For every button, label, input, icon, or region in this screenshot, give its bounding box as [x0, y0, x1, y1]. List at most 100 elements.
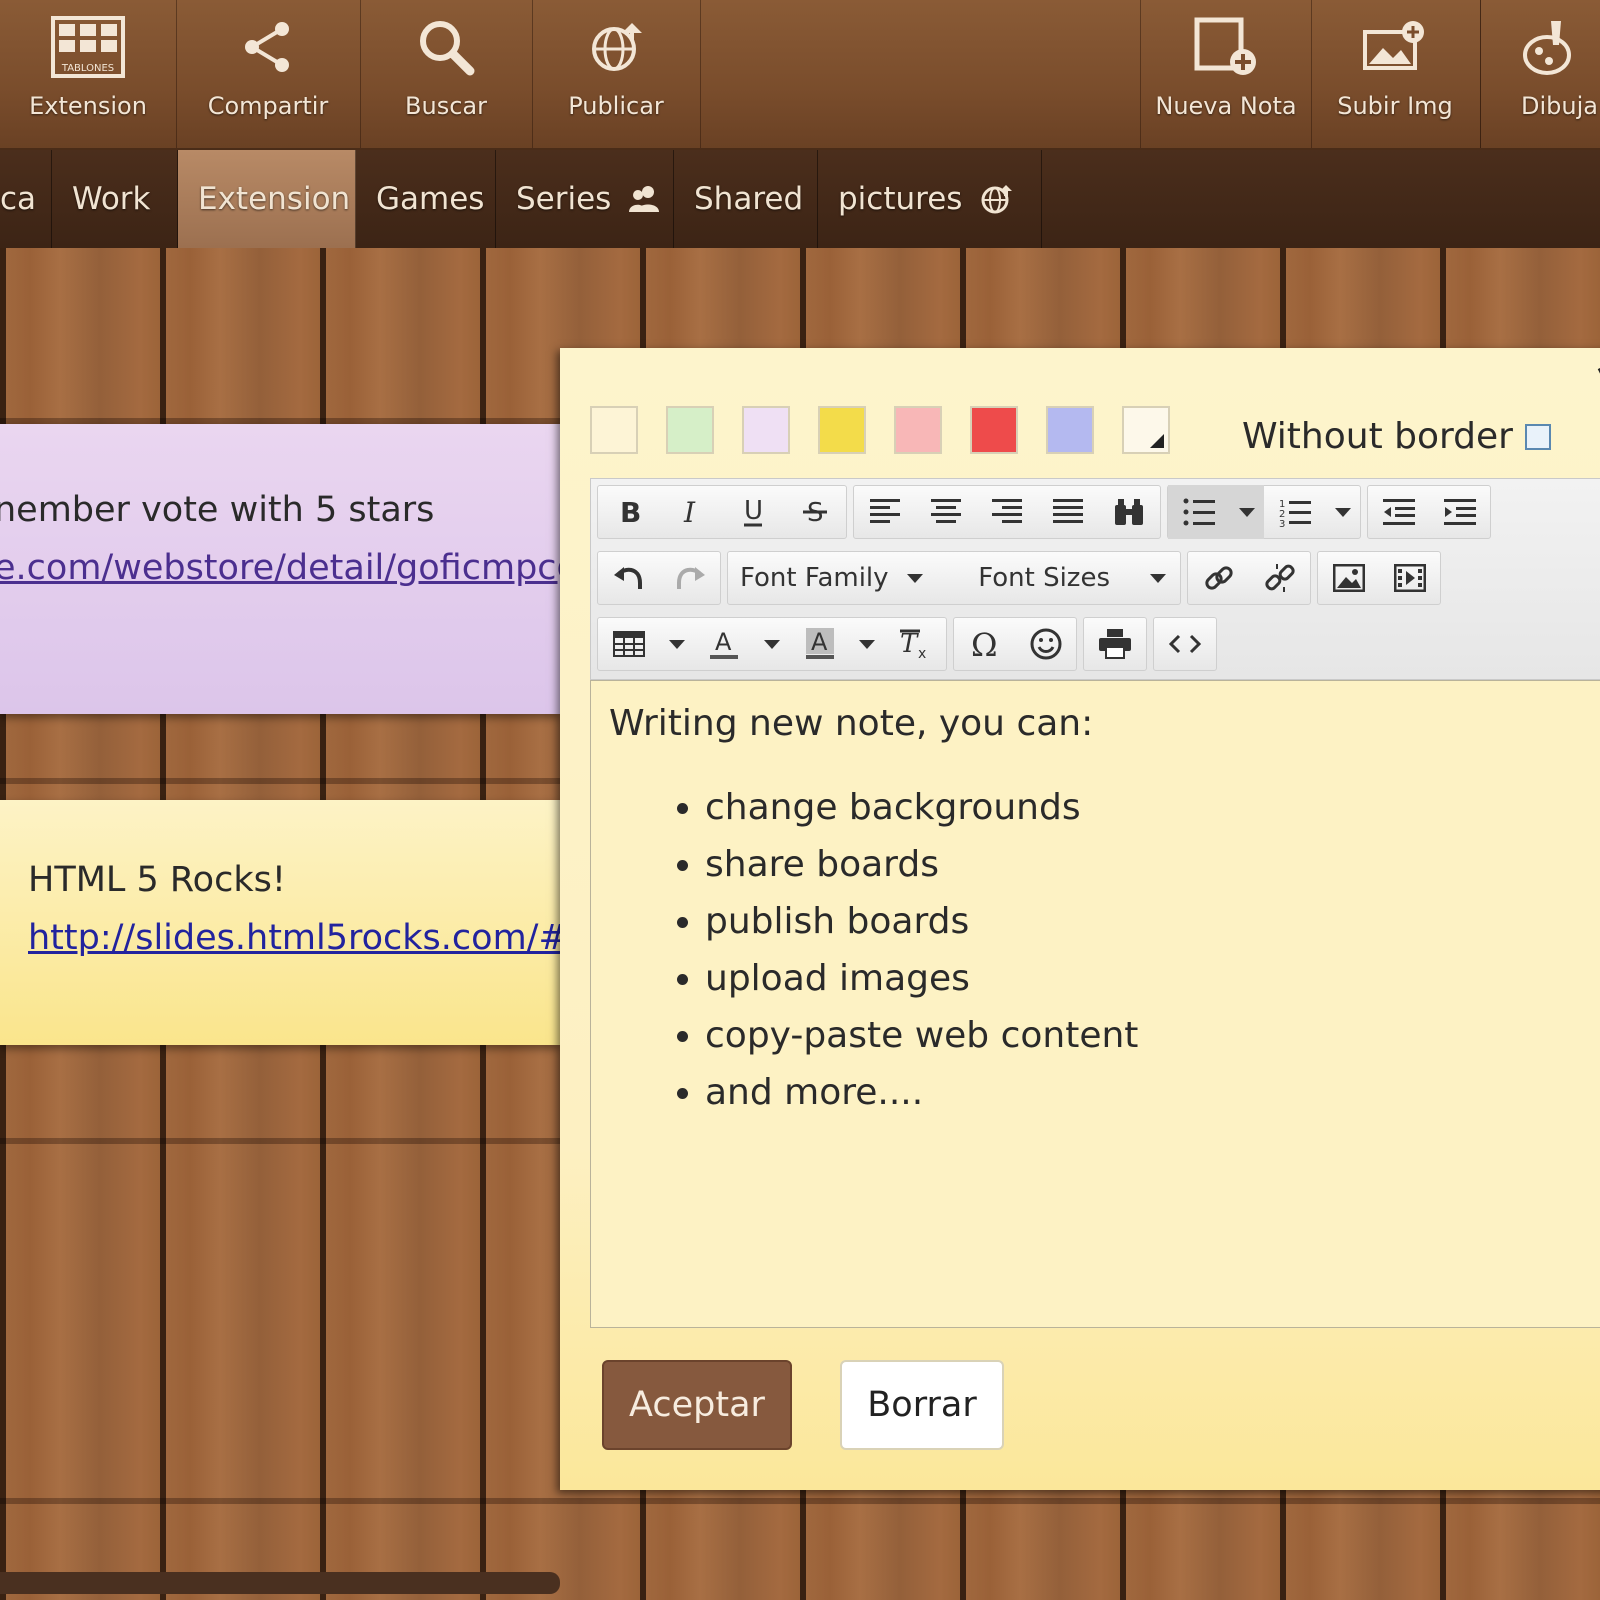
- font-sizes-label: Font Sizes: [978, 563, 1110, 593]
- feature-list: change backgrounds share boards publish …: [657, 779, 1138, 1121]
- bold-button[interactable]: B: [598, 485, 660, 539]
- new-note-dialog: Without border B I U S 123 Font Family F…: [560, 348, 1600, 1490]
- align-right-icon[interactable]: [976, 485, 1037, 539]
- svg-text:Ω: Ω: [971, 628, 998, 660]
- board-tabs: ca Work Extension Games Series Shared pi…: [0, 150, 1600, 248]
- toolbar-upload-image-button[interactable]: Subir Img: [1310, 0, 1481, 148]
- outdent-icon[interactable]: [1368, 485, 1429, 539]
- boards-icon: TABLONES: [51, 14, 125, 80]
- clear-formatting-icon[interactable]: Tx: [884, 617, 946, 671]
- upload-image-icon: [1361, 14, 1429, 80]
- without-border-option[interactable]: Without border: [1242, 416, 1551, 457]
- color-swatch-red[interactable]: [970, 406, 1018, 454]
- sticky-note-yellow[interactable]: HTML 5 Rocks! http://slides.html5rocks.c…: [0, 800, 560, 1045]
- tab-shared[interactable]: Shared: [674, 150, 818, 248]
- svg-text:B: B: [620, 498, 640, 526]
- emoticon-icon[interactable]: [1015, 617, 1076, 671]
- toolbar-new-note-button[interactable]: Nueva Nota: [1140, 0, 1312, 148]
- print-group: [1083, 617, 1147, 671]
- insert-video-icon[interactable]: [1379, 551, 1440, 605]
- redo-icon[interactable]: [659, 551, 720, 605]
- numbered-list-dropdown-icon[interactable]: [1326, 485, 1360, 539]
- svg-text:I: I: [683, 498, 696, 526]
- list-item: share boards: [705, 836, 1138, 893]
- note-editor[interactable]: Writing new note, you can: change backgr…: [590, 680, 1600, 1328]
- toolbar-boards-button[interactable]: TABLONES Extension: [0, 0, 177, 148]
- text-color-icon[interactable]: A: [693, 617, 755, 671]
- tab-series[interactable]: Series: [496, 150, 674, 248]
- toolbar-label: Nueva Nota: [1155, 92, 1297, 120]
- align-left-icon[interactable]: [854, 485, 915, 539]
- color-swatch-green[interactable]: [666, 406, 714, 454]
- toolbar-draw-button[interactable]: Dibuja: [1480, 0, 1600, 148]
- bullet-list-dropdown-icon[interactable]: [1230, 485, 1264, 539]
- note-link[interactable]: e.com/webstore/detail/goficmpcg: [0, 548, 560, 588]
- numbered-list-icon[interactable]: 123: [1264, 485, 1326, 539]
- align-justify-icon[interactable]: [1038, 485, 1099, 539]
- insert-group: Ω: [953, 617, 1077, 671]
- unlink-icon[interactable]: [1249, 551, 1310, 605]
- svg-text:T: T: [900, 629, 919, 659]
- toolbar-label: Extension: [29, 92, 147, 120]
- toolbar-label: Dibuja: [1521, 92, 1598, 120]
- find-binoculars-icon[interactable]: [1099, 485, 1160, 539]
- text-color-dropdown-icon[interactable]: [755, 617, 789, 671]
- font-family-select[interactable]: Font Family: [728, 551, 939, 605]
- without-border-checkbox[interactable]: [1524, 423, 1551, 450]
- print-icon[interactable]: [1084, 617, 1146, 671]
- tab-ca[interactable]: ca: [0, 150, 52, 248]
- top-toolbar: TABLONES Extension Compartir Buscar Publ…: [0, 0, 1600, 150]
- bullet-list-icon[interactable]: [1168, 485, 1230, 539]
- search-icon: [416, 14, 476, 80]
- tab-label: Shared: [694, 181, 804, 217]
- tab-pictures[interactable]: pictures: [818, 150, 1042, 248]
- accept-button[interactable]: Aceptar: [602, 1360, 792, 1450]
- special-character-icon[interactable]: Ω: [954, 617, 1015, 671]
- toolbar-share-button[interactable]: Compartir: [176, 0, 361, 148]
- font-sizes-select[interactable]: Font Sizes: [966, 551, 1180, 605]
- dialog-close-icon[interactable]: [1596, 362, 1600, 400]
- link-icon[interactable]: [1188, 551, 1249, 605]
- code-group: [1153, 617, 1217, 671]
- svg-text:U: U: [744, 497, 763, 526]
- align-group: [853, 485, 1161, 539]
- tab-label: Work: [72, 181, 151, 217]
- source-code-icon[interactable]: [1154, 617, 1216, 671]
- tab-extension[interactable]: Extension: [178, 150, 356, 248]
- paint-icon: [1521, 14, 1575, 80]
- indent-icon[interactable]: [1429, 485, 1490, 539]
- strikethrough-button[interactable]: S: [784, 485, 846, 539]
- background-color-dropdown-icon[interactable]: [851, 617, 885, 671]
- font-group: Font Family Font Sizes: [727, 551, 1181, 605]
- tab-label: ca: [0, 181, 37, 217]
- svg-text:A: A: [715, 628, 732, 656]
- note-link[interactable]: http://slides.html5rocks.com/#l: [28, 918, 560, 958]
- undo-icon[interactable]: [598, 551, 659, 605]
- bottom-scrollbar[interactable]: [0, 1572, 560, 1594]
- tab-work[interactable]: Work: [52, 150, 178, 248]
- chevron-down-icon: [1150, 573, 1166, 583]
- table-dropdown-icon[interactable]: [660, 617, 694, 671]
- insert-image-icon[interactable]: [1318, 551, 1379, 605]
- background-color-icon[interactable]: A: [789, 617, 851, 671]
- underline-button[interactable]: U: [722, 485, 784, 539]
- color-swatch-cream[interactable]: [590, 406, 638, 454]
- color-swatch-pink[interactable]: [894, 406, 942, 454]
- italic-button[interactable]: I: [660, 485, 722, 539]
- tab-games[interactable]: Games: [356, 150, 496, 248]
- align-center-icon[interactable]: [915, 485, 976, 539]
- globe-icon: [588, 14, 644, 80]
- boards-icon-text: TABLONES: [61, 63, 114, 74]
- color-swatch-blue[interactable]: [1046, 406, 1094, 454]
- svg-text:3: 3: [1279, 519, 1285, 527]
- list-group: 123: [1167, 485, 1361, 539]
- color-swatch-yellow[interactable]: [818, 406, 866, 454]
- clear-button[interactable]: Borrar: [840, 1360, 1004, 1450]
- sticky-note-purple[interactable]: nember vote with 5 stars e.com/webstore/…: [0, 424, 560, 714]
- toolbar-publish-button[interactable]: Publicar: [532, 0, 701, 148]
- color-swatch-custom[interactable]: [1122, 406, 1170, 454]
- color-swatch-lilac[interactable]: [742, 406, 790, 454]
- toolbar-search-button[interactable]: Buscar: [360, 0, 533, 148]
- table-icon[interactable]: [598, 617, 660, 671]
- new-note-icon: [1193, 14, 1259, 80]
